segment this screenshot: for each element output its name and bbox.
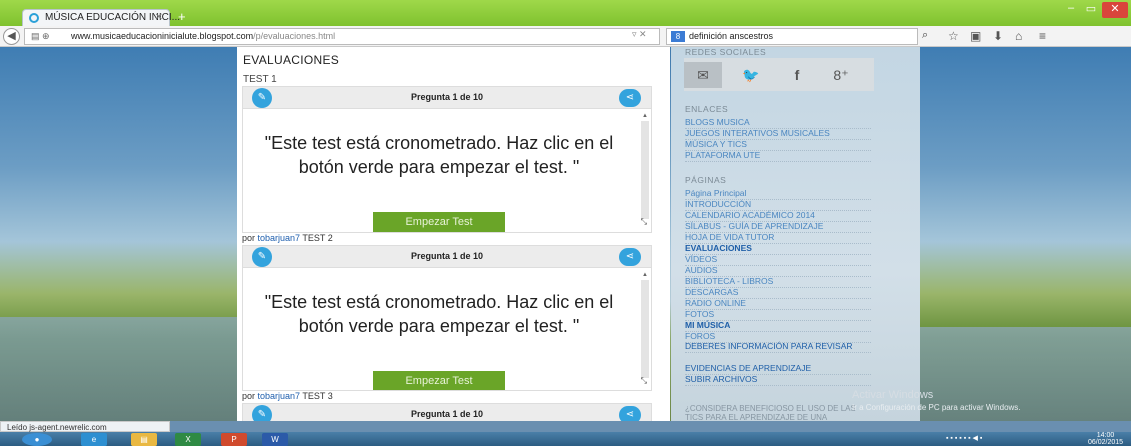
scroll-up-icon[interactable]: ▲ — [641, 272, 649, 278]
menu-icon[interactable]: ≡ — [1039, 29, 1046, 43]
search-bar[interactable]: 8 definición anscestros — [666, 28, 918, 45]
pages-heading: PÁGINAS — [685, 175, 727, 185]
navigation-bar: ◀ ▤ ⊕ www.musicaeducacioninicialute.blog… — [0, 26, 1131, 47]
resize-handle-icon[interactable]: ⤡ — [641, 217, 647, 227]
quiz-message: "Este test está cronometrado. Haz clic e… — [264, 292, 614, 336]
share-icon[interactable]: ⋖ — [619, 248, 641, 266]
share-icon[interactable]: ⋖ — [619, 89, 641, 107]
sidebar-page-link[interactable]: DEBERES INFORMACIÓN PARA REVISAR — [685, 342, 871, 353]
word-icon[interactable]: W — [262, 433, 288, 446]
quiz-header: ✎ Pregunta 1 de 10 ⋖ — [243, 404, 651, 421]
quiz-byline: por tobarjuan7 TEST 2 — [242, 233, 333, 243]
url-dropdown-icon[interactable]: ▿ ✕ — [632, 29, 647, 40]
email-icon[interactable]: ✉ — [684, 62, 722, 88]
back-button[interactable]: ◀ — [3, 28, 20, 45]
resize-handle-icon[interactable]: ⤡ — [641, 376, 647, 386]
page-title: EVALUACIONES — [243, 53, 340, 67]
quiz-scrollbar[interactable]: ▲ — [641, 113, 649, 223]
browser-title-bar: MÚSICA EDUCACIÓN INICI... ✕ + – ▭ ✕ — [0, 0, 1131, 26]
question-counter: Pregunta 1 de 10 — [410, 409, 484, 419]
site-identity-icon[interactable]: ▤ ⊕ — [31, 31, 50, 42]
sidebar-page-link[interactable]: SUBIR ARCHIVOS — [685, 374, 871, 386]
activation-watermark-title: Activar Windows — [852, 389, 934, 401]
start-test-button[interactable]: Empezar Test — [373, 212, 505, 232]
quiz-message: "Este test está cronometrado. Haz clic e… — [264, 133, 614, 177]
star-icon[interactable]: ☆ — [948, 29, 959, 43]
powerpoint-icon[interactable]: P — [221, 433, 247, 446]
author-link[interactable]: tobarjuan7 — [258, 233, 301, 243]
social-heading: REDES SOCIALES — [685, 47, 767, 57]
clipboard-icon[interactable]: ▣ — [970, 29, 981, 43]
quiz-widget: ✎ Pregunta 1 de 10 ⋖ — [242, 403, 652, 421]
scroll-thumb[interactable] — [641, 280, 649, 378]
start-test-button[interactable]: Empezar Test — [373, 371, 505, 390]
scroll-up-icon[interactable]: ▲ — [641, 113, 649, 119]
quiz-widget: ✎ Pregunta 1 de 10 ⋖ "Este test está cro… — [242, 245, 652, 391]
taskbar: ● e ▤ X P W ▪ ▪ ▪ ▪ ▪ ▪ ◀ ▪ 14:00 06/02/… — [0, 432, 1131, 446]
tab-close-icon[interactable]: ✕ — [155, 12, 163, 23]
google-plus-icon[interactable]: 8⁺ — [822, 62, 860, 88]
search-icon[interactable]: ⌕ — [922, 29, 928, 42]
quiz-byline: por tobarjuan7 TEST 3 — [242, 391, 333, 401]
close-window-button[interactable]: ✕ — [1102, 2, 1128, 18]
clock-date: 06/02/2015 — [1088, 439, 1124, 446]
system-tray-icons[interactable]: ▪ ▪ ▪ ▪ ▪ ▪ ◀ ▪ — [946, 434, 982, 442]
clock[interactable]: 14:00 06/02/2015 — [1088, 432, 1123, 446]
background-road-left — [0, 317, 237, 421]
maximize-button[interactable]: ▭ — [1082, 2, 1100, 18]
scroll-thumb[interactable] — [641, 121, 649, 219]
quiz-widget: ✎ Pregunta 1 de 10 ⋖ "Este test está cro… — [242, 86, 652, 233]
browser-tab[interactable]: MÚSICA EDUCACIÓN INICI... ✕ — [22, 9, 180, 26]
share-icon[interactable]: ⋖ — [619, 406, 641, 421]
byline-prefix: por — [242, 233, 256, 243]
quiz-header: ✎ Pregunta 1 de 10 ⋖ — [243, 246, 651, 268]
twitter-icon[interactable]: 🐦 — [732, 62, 770, 88]
page-viewport: EVALUACIONES TEST 1 ✎ Pregunta 1 de 10 ⋖… — [0, 47, 1131, 421]
search-query: definición anscestros — [689, 31, 774, 41]
minimize-button[interactable]: – — [1062, 2, 1080, 18]
author-link[interactable]: tobarjuan7 — [258, 391, 301, 401]
question-counter: Pregunta 1 de 10 — [410, 251, 484, 261]
firefox-icon[interactable]: ● — [22, 433, 52, 446]
facebook-icon[interactable]: f — [778, 62, 816, 88]
url-domain: www.musicaeducacioninicialute.blogspot.c… — [71, 31, 254, 41]
sidebar-link[interactable]: PLATAFORMA UTE — [685, 150, 871, 162]
status-bar: Leído js-agent.newrelic.com — [0, 421, 170, 432]
question-counter: Pregunta 1 de 10 — [410, 92, 484, 102]
main-content: EVALUACIONES TEST 1 ✎ Pregunta 1 de 10 ⋖… — [237, 47, 670, 421]
social-icons: ✉ 🐦 f 8⁺ — [684, 58, 874, 91]
home-icon[interactable]: ⌂ — [1015, 29, 1022, 43]
sidebar: REDES SOCIALES ✉ 🐦 f 8⁺ ENLACES BLOGS MU… — [671, 47, 920, 421]
byline-prefix: por — [242, 391, 256, 401]
clock-time: 14:00 — [1096, 432, 1115, 439]
test-label: TEST 1 — [243, 74, 277, 85]
next-test-label: TEST 2 — [302, 233, 333, 243]
poll-question: ¿CONSIDERA BENEFICIOSO EL USO DE LAS TIC… — [685, 404, 856, 421]
internet-explorer-icon[interactable]: e — [81, 433, 107, 446]
quiz-body: "Este test está cronometrado. Haz clic e… — [243, 268, 651, 390]
url-bar[interactable]: ▤ ⊕ www.musicaeducacioninicialute.blogsp… — [24, 28, 660, 45]
quiz-scrollbar[interactable]: ▲ — [641, 272, 649, 382]
quiz-body: "Este test está cronometrado. Haz clic e… — [243, 109, 651, 232]
links-heading: ENLACES — [685, 104, 729, 114]
site-favicon-icon — [29, 13, 39, 23]
quiz-header: ✎ Pregunta 1 de 10 ⋖ — [243, 87, 651, 109]
download-icon[interactable]: ⬇ — [993, 29, 1003, 43]
file-explorer-icon[interactable]: ▤ — [131, 433, 157, 446]
activation-watermark-subtitle: Ir a Configuración de PC para activar Wi… — [852, 403, 1021, 412]
search-engine-icon[interactable]: 8 — [671, 31, 685, 42]
next-test-label: TEST 3 — [302, 391, 333, 401]
new-tab-icon[interactable]: + — [178, 9, 186, 24]
excel-icon[interactable]: X — [175, 433, 201, 446]
url-path: /p/evaluaciones.html — [253, 31, 336, 41]
